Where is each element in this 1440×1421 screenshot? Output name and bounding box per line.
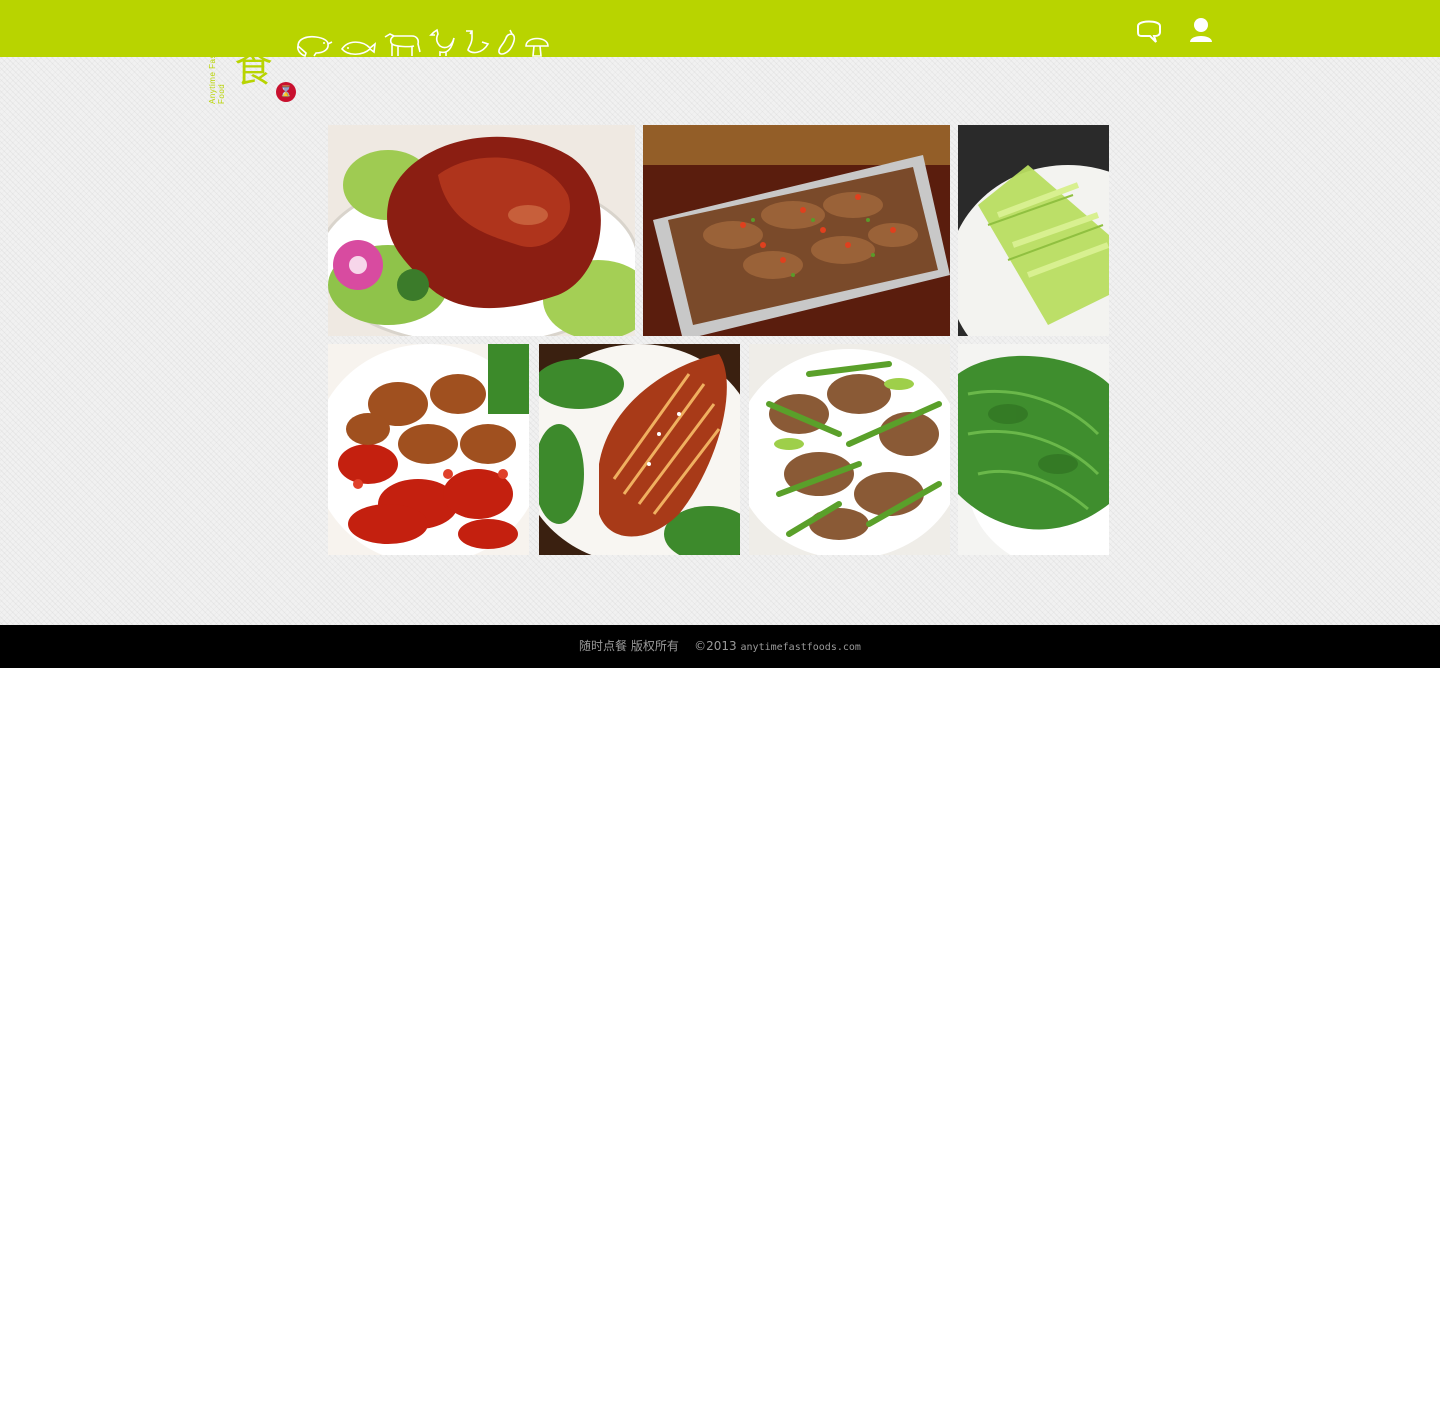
hourglass-icon: ⌛ bbox=[276, 82, 296, 102]
footer-year: ©2013 bbox=[694, 639, 737, 653]
mushroom-icon[interactable] bbox=[524, 30, 550, 58]
cow-icon[interactable] bbox=[382, 28, 422, 58]
chat-bubble-icon[interactable] bbox=[1134, 16, 1164, 48]
eggplant-icon[interactable] bbox=[496, 28, 518, 58]
footer: 随时点餐 版权所有 ©2013 anytimefastfoods.com bbox=[0, 625, 1440, 668]
logo-chinese-text: 随食 bbox=[228, 10, 272, 86]
logo[interactable]: Anytime Fast Food 随食 bbox=[208, 10, 278, 106]
footer-copyright: 随时点餐 版权所有 bbox=[579, 639, 679, 653]
dish-photo[interactable] bbox=[749, 344, 950, 555]
fish-icon[interactable] bbox=[340, 36, 376, 58]
footer-site-link[interactable]: anytimefastfoods.com bbox=[741, 642, 861, 653]
user-icon[interactable] bbox=[1188, 16, 1214, 48]
dish-gallery bbox=[328, 125, 1109, 555]
dish-photo[interactable] bbox=[958, 344, 1109, 555]
header-actions bbox=[1134, 16, 1214, 48]
dish-photo[interactable] bbox=[643, 125, 950, 336]
dish-photo[interactable] bbox=[539, 344, 740, 555]
dish-photo[interactable] bbox=[328, 125, 635, 336]
duck-icon[interactable] bbox=[462, 28, 490, 58]
dish-photo[interactable] bbox=[958, 125, 1109, 336]
category-nav bbox=[294, 24, 550, 58]
dish-photo[interactable] bbox=[328, 344, 529, 555]
pig-icon[interactable] bbox=[294, 32, 334, 58]
chicken-icon[interactable] bbox=[428, 28, 456, 58]
